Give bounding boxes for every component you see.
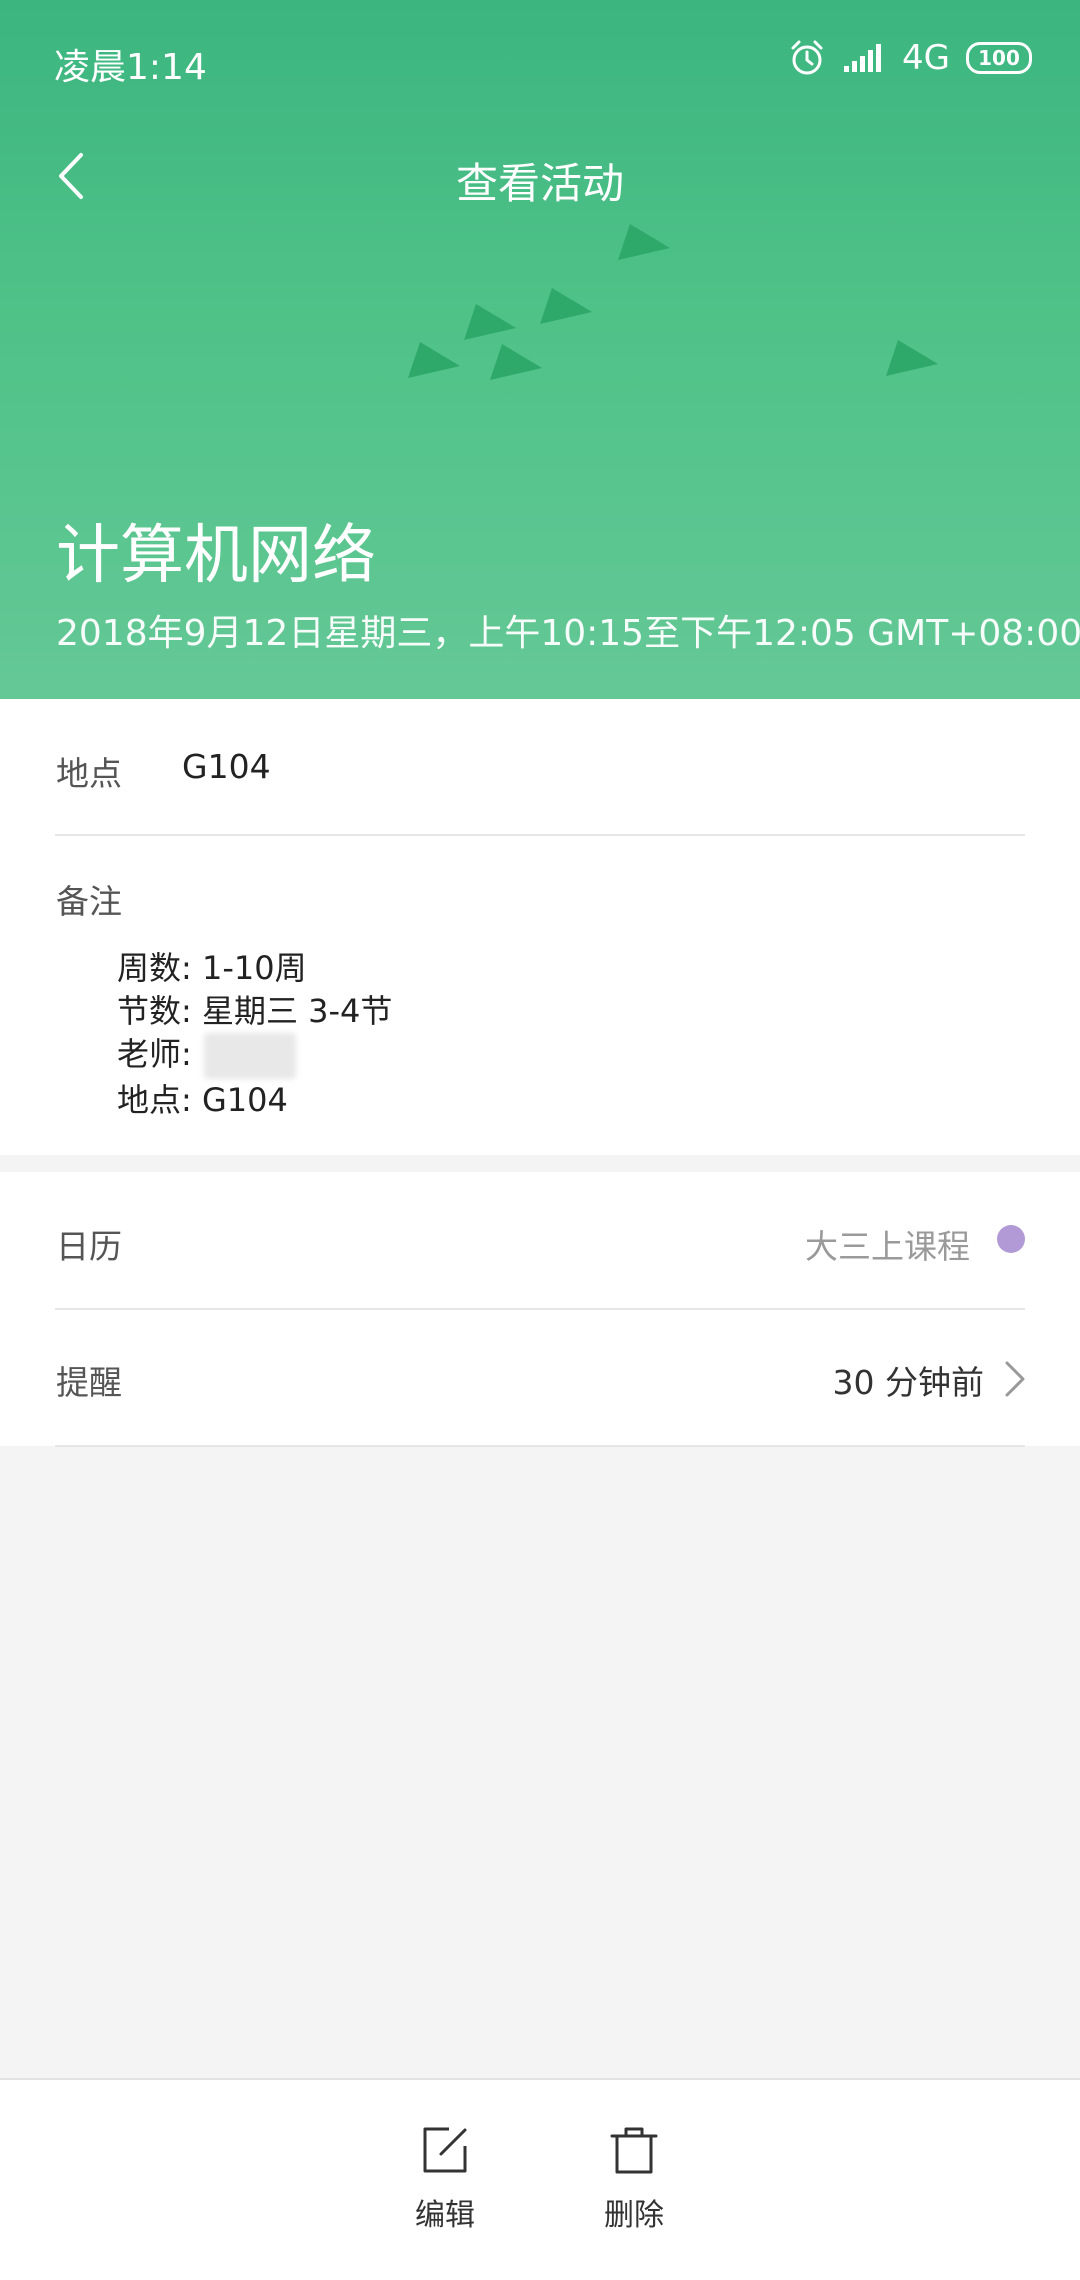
calendar-color-dot xyxy=(997,1225,1025,1253)
event-time: 2018年9月12日星期三，上午10:15至下午12:05 GMT+08:00 xyxy=(56,613,1080,654)
location-label: 地点 xyxy=(56,754,122,793)
status-indicators: 4G 100 xyxy=(788,36,1032,80)
edit-label: 编辑 xyxy=(415,2198,475,2233)
edit-icon xyxy=(423,2127,467,2173)
settings-card: 日历 大三上课程 提醒 30 分钟前 xyxy=(0,1172,1080,1447)
trash-icon xyxy=(610,2127,658,2174)
calendar-row[interactable]: 日历 大三上课程 xyxy=(0,1172,1080,1308)
header: 凌晨1:14 4G 100 查看活动 计算机网络 2018年9月12日星期三，上… xyxy=(0,0,1080,699)
paper-plane-icon xyxy=(618,224,670,260)
status-bar: 凌晨1:14 4G 100 xyxy=(0,0,1080,120)
paper-plane-icon xyxy=(540,288,592,324)
delete-button[interactable]: 删除 xyxy=(564,2124,704,2234)
network-type: 4G xyxy=(902,38,950,78)
screen: 凌晨1:14 4G 100 查看活动 计算机网络 2018年9月12日星期三，上… xyxy=(0,0,1080,2280)
reminder-row[interactable]: 提醒 30 分钟前 xyxy=(0,1310,1080,1446)
signal-icon xyxy=(842,42,886,74)
details-card: 地点 G104 备注 周数: 1-10周 节数: 星期三 3-4节 老师: 地点… xyxy=(0,699,1080,1155)
notes-teacher-line: 老师: xyxy=(117,1033,392,1079)
calendar-value: 大三上课程 xyxy=(805,1227,970,1266)
reminder-label: 提醒 xyxy=(56,1363,122,1402)
notes-line: 地点: G104 xyxy=(117,1081,288,1119)
notes-label: 备注 xyxy=(56,882,122,921)
redacted-name xyxy=(203,1033,296,1079)
notes-line: 周数: 1-10周 xyxy=(117,949,307,987)
chevron-right-icon xyxy=(1005,1361,1025,1397)
bottom-action-bar: 编辑 删除 xyxy=(0,2078,1080,2280)
delete-label: 删除 xyxy=(604,2198,664,2233)
calendar-label: 日历 xyxy=(56,1227,122,1266)
paper-plane-icon xyxy=(464,304,516,340)
notes-body: 周数: 1-10周 节数: 星期三 3-4节 老师: 地点: G104 xyxy=(117,947,392,1122)
battery-icon: 100 xyxy=(966,42,1032,74)
paper-plane-icon xyxy=(886,340,938,376)
divider xyxy=(55,1445,1025,1447)
page-title: 查看活动 xyxy=(455,159,624,208)
edit-button[interactable]: 编辑 xyxy=(375,2124,515,2234)
location-value: G104 xyxy=(182,747,271,786)
location-row: 地点 G104 xyxy=(0,699,1080,835)
divider xyxy=(55,834,1025,836)
event-title: 计算机网络 xyxy=(56,519,376,593)
reminder-value: 30 分钟前 xyxy=(832,1363,984,1402)
paper-plane-icon xyxy=(408,342,460,378)
paper-plane-icon xyxy=(490,344,542,380)
alarm-icon xyxy=(788,39,826,77)
notes-line: 节数: 星期三 3-4节 xyxy=(117,992,393,1030)
battery-level: 100 xyxy=(978,46,1020,70)
status-time: 凌晨1:14 xyxy=(54,47,207,88)
notes-line: 老师: xyxy=(117,1035,192,1073)
